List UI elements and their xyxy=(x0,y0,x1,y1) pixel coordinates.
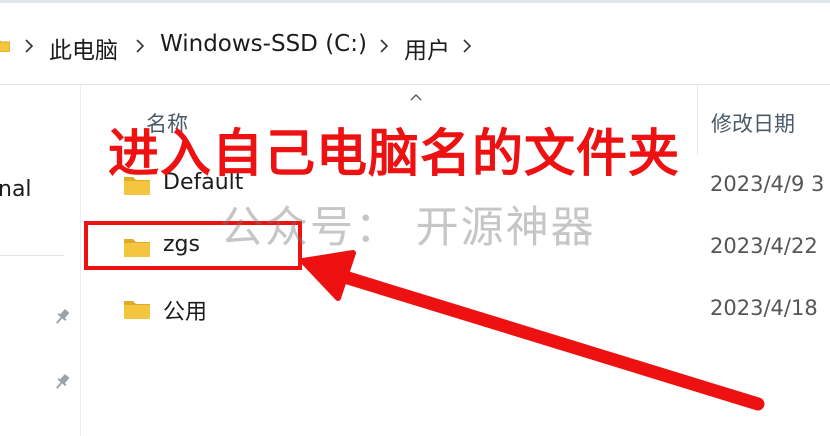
file-date: 2023/4/9 3 xyxy=(710,172,825,196)
chevron-right-icon[interactable] xyxy=(377,36,391,56)
breadcrumb-item-users[interactable]: 用户 xyxy=(404,31,450,65)
file-name: 公用 xyxy=(163,300,208,325)
navigation-pane: nal xyxy=(0,85,80,436)
folder-icon xyxy=(124,301,150,319)
nav-item-label[interactable]: nal xyxy=(0,177,32,202)
breadcrumb-item-drive[interactable]: Windows-SSD (C:) xyxy=(160,31,367,57)
nav-separator xyxy=(0,255,64,256)
file-date: 2023/4/18 xyxy=(710,296,818,320)
pin-icon[interactable] xyxy=(52,307,72,327)
chevron-right-icon[interactable] xyxy=(133,36,147,56)
column-divider[interactable] xyxy=(697,85,698,155)
watermark-text: 公众号： 开源神器 xyxy=(220,203,596,253)
window-top-border xyxy=(0,0,830,3)
chevron-right-icon[interactable] xyxy=(22,36,36,56)
sort-ascending-icon xyxy=(410,94,422,101)
breadcrumb-item-this-pc[interactable]: 此电脑 xyxy=(49,31,118,65)
column-header-date-modified[interactable]: 修改日期 xyxy=(711,108,795,138)
chevron-right-icon[interactable] xyxy=(460,36,474,56)
address-bar-divider xyxy=(0,84,830,85)
address-bar[interactable]: 此电脑 Windows-SSD (C:) 用户 xyxy=(0,14,830,84)
folder-icon xyxy=(0,40,10,52)
file-row-public[interactable]: 公用 2023/4/18 xyxy=(100,282,830,338)
pane-divider[interactable] xyxy=(80,85,81,436)
annotation-title: 进入自己电脑名的文件夹 xyxy=(108,125,681,184)
pin-icon[interactable] xyxy=(52,372,72,392)
file-date: 2023/4/22 xyxy=(710,234,818,258)
